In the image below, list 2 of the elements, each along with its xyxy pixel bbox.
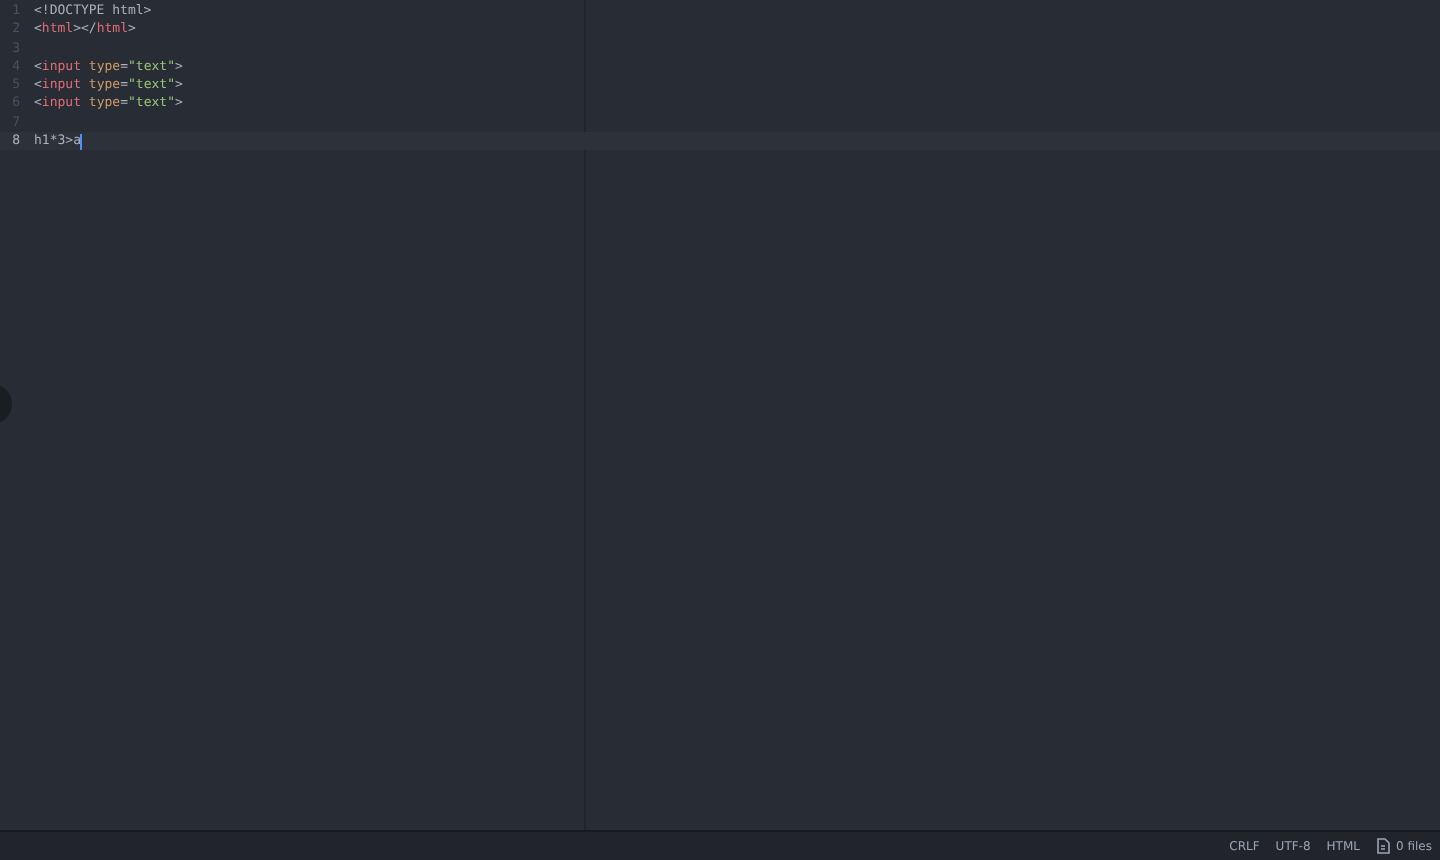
- file-icon[interactable]: [1376, 838, 1390, 854]
- text-cursor: [80, 133, 83, 150]
